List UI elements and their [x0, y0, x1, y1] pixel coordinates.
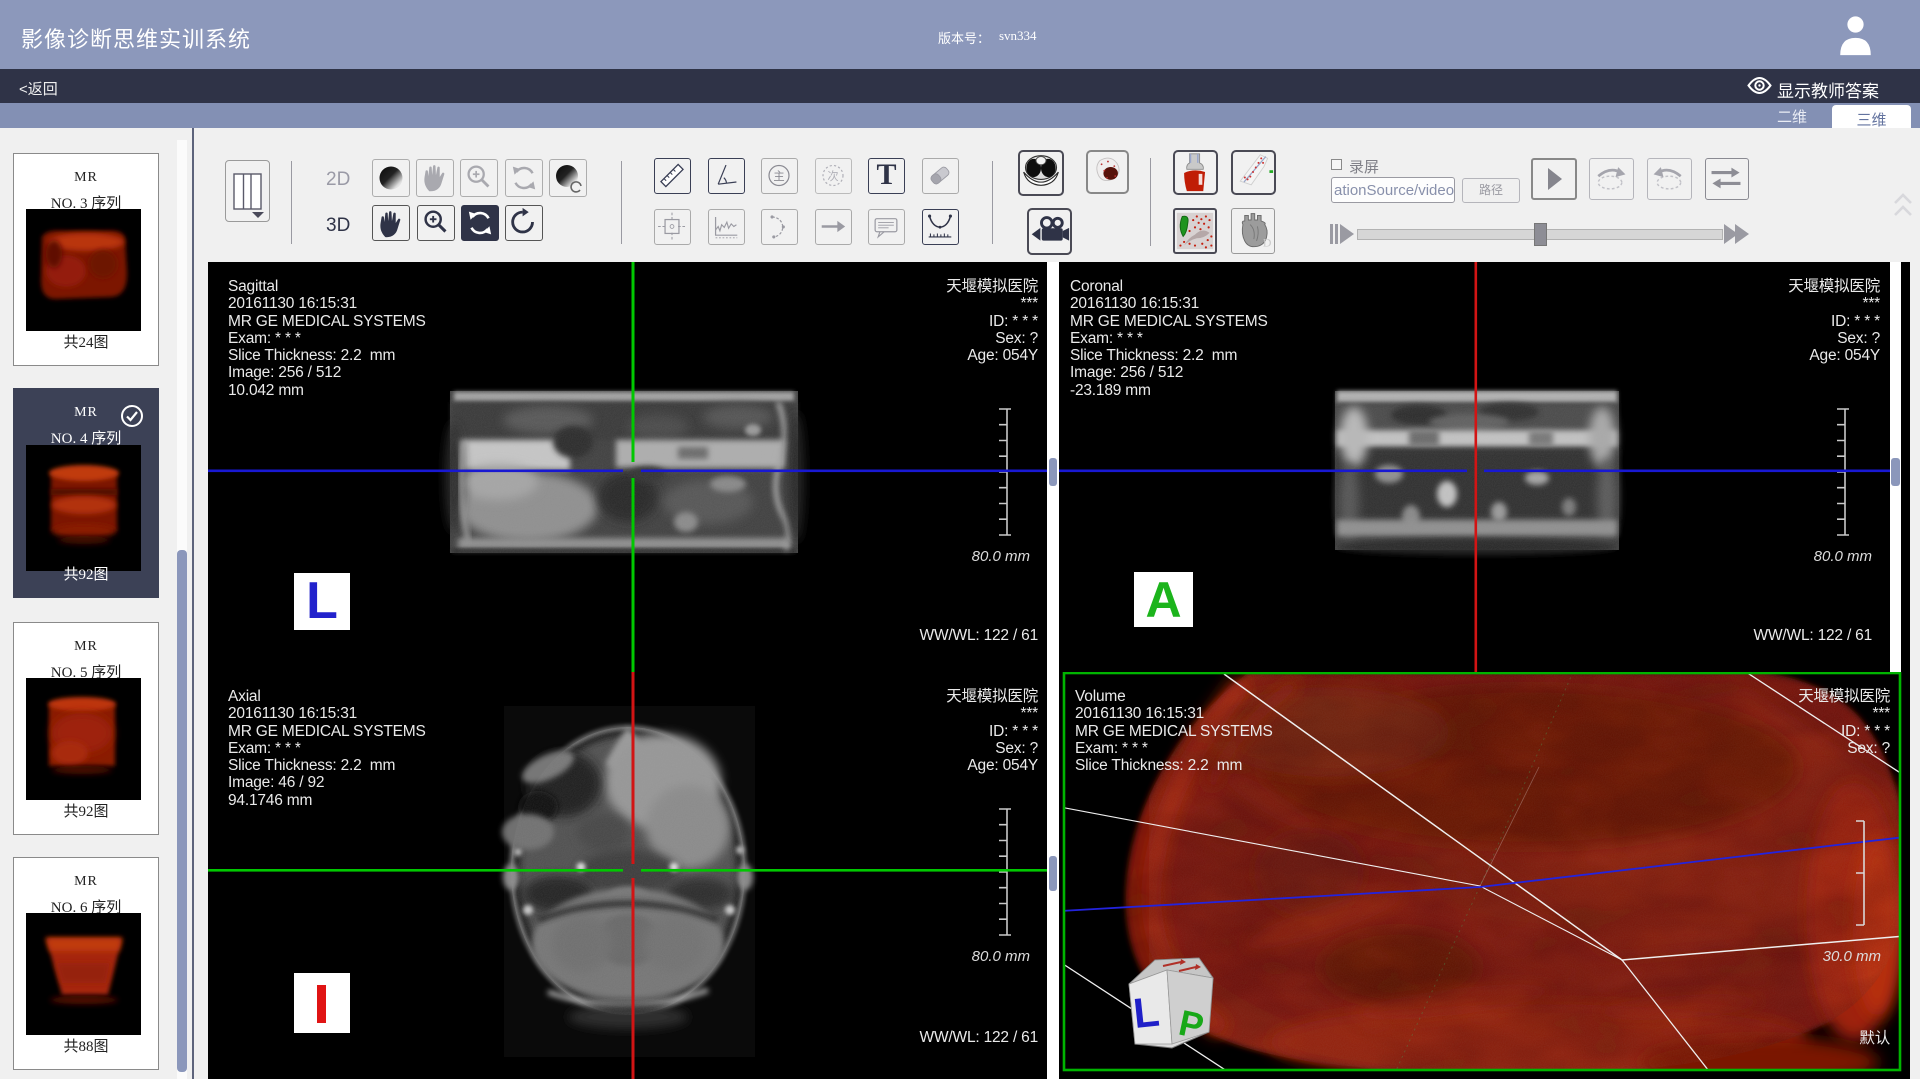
svg-text:主: 主: [773, 170, 784, 183]
svg-text:次: 次: [827, 169, 838, 183]
svg-text:D: D: [1263, 235, 1272, 249]
svg-text:L: L: [1131, 988, 1161, 1037]
